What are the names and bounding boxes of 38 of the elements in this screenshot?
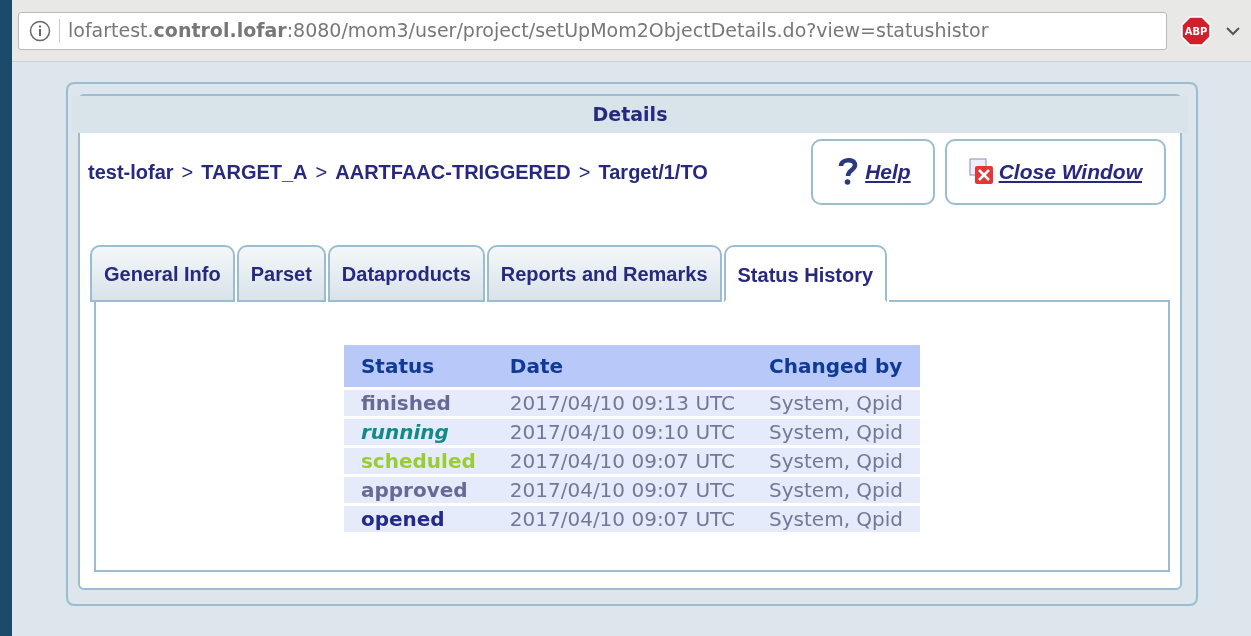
panel-title: Details (72, 96, 1188, 133)
date-cell: 2017/04/10 09:07 UTC (492, 505, 753, 532)
status-cell: approved (343, 476, 493, 503)
date-cell: 2017/04/10 09:10 UTC (492, 418, 753, 445)
date-cell: 2017/04/10 09:07 UTC (492, 476, 753, 503)
status-cell: finished (343, 389, 493, 416)
date-cell: 2017/04/10 09:13 UTC (492, 389, 753, 416)
close-window-button[interactable]: Close Window (944, 138, 1166, 205)
tab[interactable]: Dataproducts (327, 244, 485, 302)
breadcrumb-link[interactable]: TARGET_A (201, 156, 308, 187)
tab[interactable]: Status History (723, 244, 888, 302)
status-cell: scheduled (343, 447, 493, 474)
changed-by-cell: System, Qpid (752, 418, 921, 445)
tab[interactable]: Reports and Remarks (486, 244, 722, 302)
changed-by-cell: System, Qpid (752, 447, 921, 474)
tab[interactable]: Parset (236, 244, 326, 302)
breadcrumb-separator: > (578, 159, 591, 185)
close-window-icon (968, 157, 995, 186)
help-button[interactable]: Help (811, 138, 935, 205)
breadcrumb-link[interactable]: Target/1/TO (598, 156, 708, 187)
column-header: Status (343, 344, 493, 387)
tab[interactable]: General Info (90, 244, 235, 302)
url-text: lofartest.control.lofar:8080/mom3/user/project/setUpMom2ObjectDetails.do?view=statushistor (68, 18, 989, 44)
adblock-icon[interactable]: ABP (1181, 15, 1211, 46)
breadcrumb-separator: > (315, 159, 328, 185)
column-header: Changed by (752, 344, 921, 387)
status-cell: running (343, 418, 493, 445)
breadcrumb-link[interactable]: test-lofar (88, 156, 174, 187)
info-icon[interactable] (29, 19, 51, 42)
changed-by-cell: System, Qpid (752, 505, 921, 532)
breadcrumb-link[interactable]: AARTFAAC-TRIGGERED (335, 156, 571, 187)
date-cell: 2017/04/10 09:07 UTC (492, 447, 753, 474)
status-cell: opened (343, 505, 493, 532)
changed-by-cell: System, Qpid (752, 476, 921, 503)
address-field[interactable]: lofartest.control.lofar:8080/mom3/user/project/setUpMom2ObjectDetails.do?view=statushistor (18, 11, 1167, 50)
breadcrumb-separator: > (181, 159, 194, 185)
column-header: Date (492, 344, 753, 387)
changed-by-cell: System, Qpid (752, 389, 921, 416)
